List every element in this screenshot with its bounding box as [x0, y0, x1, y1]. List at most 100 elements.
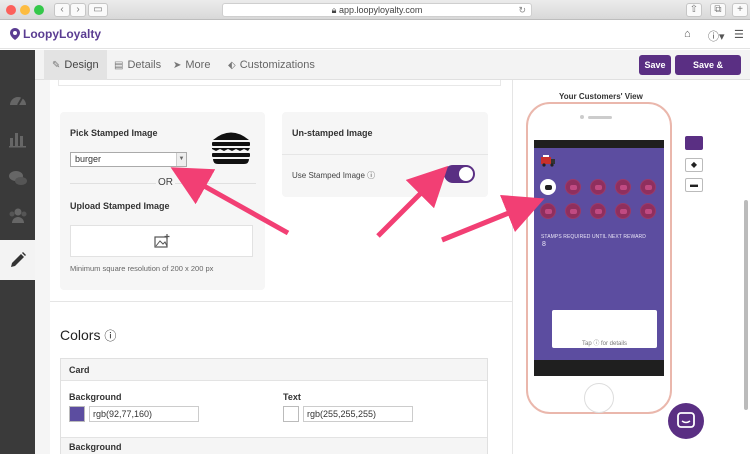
tab-label: Customizations — [239, 59, 315, 71]
minimize-window-button[interactable] — [20, 5, 30, 15]
burger-stamp-icon — [645, 185, 652, 190]
forward-button[interactable]: › — [70, 3, 86, 17]
brand-name: LoopyLoyalty — [23, 27, 102, 41]
section-divider — [50, 301, 512, 302]
sidebar-item-dashboard[interactable] — [0, 82, 35, 118]
main-area: ✎ Design ▤ Details ➤ More ⬖ Customizations S… — [35, 50, 750, 454]
users-icon — [9, 208, 26, 223]
stamp-slot — [590, 203, 606, 219]
burger-stamp-icon — [545, 185, 552, 190]
app-header: LoopyLoyalty ⌂ ⓘ▾ ☰ — [0, 21, 750, 49]
stamp-slot — [615, 203, 631, 219]
sidebar — [0, 50, 35, 454]
file-icon: ▤ — [114, 60, 124, 71]
address-bar[interactable]: 🔒︎ app.loopyloyalty.com ↻ — [222, 3, 532, 17]
zoom-window-button[interactable] — [34, 5, 44, 15]
apple-preview-button[interactable] — [685, 136, 703, 150]
tab-label: More — [185, 59, 211, 71]
home-icon[interactable]: ⌂ — [684, 28, 691, 40]
pdf417-barcode-icon — [562, 313, 648, 337]
new-tab-icon[interactable]: + — [732, 3, 748, 17]
send-icon: ➤ — [173, 60, 182, 71]
stamps-required-count: 8 — [542, 241, 546, 248]
stamp-slot — [565, 203, 581, 219]
save-button[interactable]: Save — [639, 55, 671, 75]
stamp-slot — [615, 179, 631, 195]
share-icon[interactable]: ⇧ — [686, 3, 702, 17]
upload-image-dropzone[interactable] — [70, 225, 253, 257]
sidebar-item-messages[interactable] — [0, 160, 35, 196]
pencil-icon: ✎ — [52, 60, 61, 71]
stamp-slot — [540, 179, 556, 195]
burger-stamp-icon — [620, 185, 627, 190]
pick-stamped-title: Pick Stamped Image — [70, 128, 158, 138]
tab-label: Design — [64, 59, 99, 71]
selected-value: burger — [75, 154, 102, 164]
text-color-label: Text — [283, 392, 301, 402]
phone-home-button — [584, 383, 614, 413]
stamped-image-select[interactable]: burger ▼ — [70, 152, 187, 167]
pencil-icon — [10, 252, 26, 267]
chat-launcher-button[interactable] — [668, 403, 704, 439]
divider — [282, 154, 488, 155]
background-color-swatch[interactable] — [69, 406, 85, 422]
info-icon[interactable]: ⓘ — [104, 329, 116, 343]
burger-stamp-icon — [620, 209, 627, 214]
design-content: Pick Stamped Image burger ▼ OR Upload St… — [50, 80, 512, 454]
info-menu-icon[interactable]: ⓘ▾ — [708, 28, 725, 44]
sidebar-item-design[interactable] — [0, 240, 35, 280]
tap-details-text: Tap ⓘ for details — [581, 341, 628, 347]
food-truck-icon — [541, 155, 555, 167]
chat-bubbles-icon — [8, 171, 27, 185]
info-icon[interactable]: ⓘ — [367, 171, 375, 180]
back-button[interactable]: ‹ — [54, 3, 70, 17]
barcode: Tap ⓘ for details — [552, 310, 657, 348]
tab-customizations[interactable]: ⬖ Customizations — [220, 50, 323, 80]
background-color-input[interactable]: rgb(92,77,160) — [89, 406, 199, 422]
text-color-input[interactable]: rgb(255,255,255) — [303, 406, 413, 422]
burger-stamp-icon — [570, 209, 577, 214]
burger-stamp-icon — [570, 185, 577, 190]
chat-icon — [677, 412, 695, 428]
tab-more[interactable]: ➤ More — [165, 50, 218, 80]
stamp-slot — [640, 179, 656, 195]
chevron-down-icon: ▼ — [176, 153, 186, 166]
unstamped-title: Un-stamped Image — [292, 128, 373, 138]
use-stamped-text: Use Stamped Image — [292, 171, 365, 180]
brand-logo[interactable]: LoopyLoyalty — [10, 27, 101, 41]
browser-toolbar: ‹ › ▭ 🔒︎ app.loopyloyalty.com ↻ ⇧ ⧉ + — [0, 0, 750, 20]
sidebar-toggle-icon[interactable]: ▭ — [88, 3, 108, 17]
burger-stamp-icon — [545, 209, 552, 214]
sidebar-item-reports[interactable] — [0, 120, 35, 156]
sidebar-item-customers[interactable] — [0, 198, 35, 234]
tab-label: Details — [127, 59, 162, 71]
burger-icon — [212, 132, 250, 164]
tags-icon: ⬖ — [228, 60, 236, 71]
url-text: app.loopyloyalty.com — [338, 5, 423, 15]
tab-design[interactable]: ✎ Design — [44, 50, 107, 80]
card-edge — [58, 80, 501, 86]
menu-icon[interactable]: ☰ — [734, 28, 744, 41]
tabs-icon[interactable]: ⧉ — [710, 3, 726, 17]
tab-details[interactable]: ▤ Details — [106, 50, 169, 80]
save-preview-button[interactable]: Save & Preview — [675, 55, 741, 90]
stamped-image-panel: Pick Stamped Image burger ▼ OR Upload St… — [60, 112, 265, 290]
text-color-swatch[interactable] — [283, 406, 299, 422]
background-section-header: Background — [61, 437, 487, 454]
stamp-slot — [640, 203, 656, 219]
close-window-button[interactable] — [6, 5, 16, 15]
stamp-slot — [590, 179, 606, 195]
message-preview-button[interactable]: ▬ — [685, 178, 703, 192]
android-preview-button[interactable]: ◆ — [685, 158, 703, 172]
use-stamped-toggle[interactable] — [444, 165, 475, 183]
phone-speaker — [588, 116, 612, 119]
phone-screen: STAMPS REQUIRED UNTIL NEXT REWARD 8 Tap … — [534, 140, 664, 376]
burger-stamp-icon — [595, 185, 602, 190]
resolution-hint: Minimum square resolution of 200 x 200 p… — [70, 264, 214, 273]
card-section-header: Card — [61, 359, 487, 381]
lock-icon: 🔒︎ — [331, 5, 339, 15]
page-scrollbar[interactable] — [744, 200, 748, 410]
toggle-knob — [459, 167, 473, 181]
reload-icon[interactable]: ↻ — [518, 4, 526, 16]
location-pin-icon — [10, 28, 20, 40]
